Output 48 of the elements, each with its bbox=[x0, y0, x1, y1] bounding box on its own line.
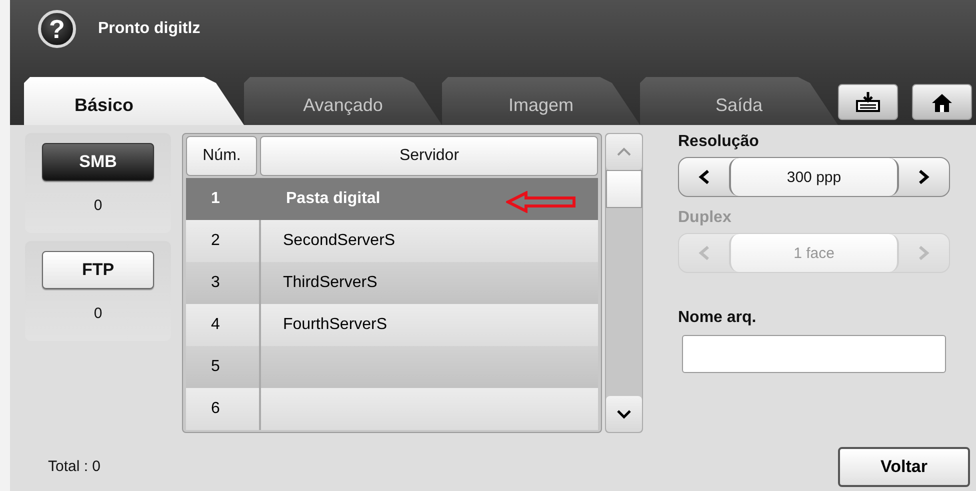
table-row[interactable]: 6 bbox=[186, 388, 598, 430]
table-row[interactable]: 5 bbox=[186, 346, 598, 388]
scrollbar-thumb[interactable] bbox=[606, 170, 642, 208]
tray-download-icon bbox=[855, 91, 881, 113]
scan-button[interactable] bbox=[838, 84, 898, 120]
table-row[interactable]: 3 ThirdServerS bbox=[186, 262, 598, 304]
tab[interactable]: Avançado bbox=[244, 77, 442, 125]
row-number: 6 bbox=[211, 400, 220, 418]
row-number: 4 bbox=[211, 316, 220, 334]
scroll-down-button[interactable] bbox=[606, 396, 642, 432]
chevron-up-icon bbox=[616, 147, 632, 157]
server-name: ThirdServerS bbox=[283, 274, 378, 292]
row-number: 5 bbox=[211, 358, 220, 376]
back-button[interactable]: Voltar bbox=[838, 446, 970, 486]
chevron-left-icon bbox=[698, 169, 710, 185]
server-name: SecondServerS bbox=[283, 232, 396, 250]
count-label: 0 bbox=[94, 197, 102, 214]
row-number: 2 bbox=[211, 232, 220, 250]
tab[interactable]: Básico bbox=[24, 77, 244, 125]
chevron-right-icon bbox=[918, 245, 930, 261]
table-row[interactable]: 4 FourthServerS bbox=[186, 304, 598, 346]
chevron-down-icon bbox=[616, 409, 632, 419]
chevron-left-icon bbox=[698, 245, 710, 261]
total-label: Total : 0 bbox=[48, 458, 101, 475]
row-number: 1 bbox=[211, 190, 220, 208]
setting-value: 300 ppp bbox=[729, 158, 899, 196]
help-button[interactable]: ? bbox=[38, 10, 76, 48]
setting-label: Duplex bbox=[678, 209, 732, 227]
column-header: Núm. bbox=[186, 136, 258, 176]
window-title: Pronto digitlz bbox=[98, 20, 200, 38]
column-header: Servidor bbox=[260, 136, 598, 176]
setting-label: Resolução bbox=[678, 133, 760, 151]
field-label: Nome arq. bbox=[678, 309, 758, 327]
filename-field[interactable] bbox=[682, 335, 946, 373]
table-row[interactable]: 2 SecondServerS bbox=[186, 220, 598, 262]
table-row[interactable]: 1 Pasta digital bbox=[186, 178, 598, 220]
row-number: 3 bbox=[211, 274, 220, 292]
count-label: 0 bbox=[94, 305, 102, 322]
protocol-button[interactable]: SMB bbox=[42, 143, 154, 181]
tab[interactable]: Saída bbox=[640, 77, 838, 125]
setting-value: 1 face bbox=[729, 234, 899, 272]
home-button[interactable] bbox=[912, 84, 972, 120]
server-name: FourthServerS bbox=[283, 316, 388, 334]
chevron-right-icon bbox=[918, 169, 930, 185]
tab[interactable]: Imagem bbox=[442, 77, 640, 125]
protocol-button[interactable]: FTP bbox=[42, 251, 154, 289]
home-icon bbox=[930, 91, 954, 113]
server-name: Pasta digital bbox=[286, 190, 380, 208]
